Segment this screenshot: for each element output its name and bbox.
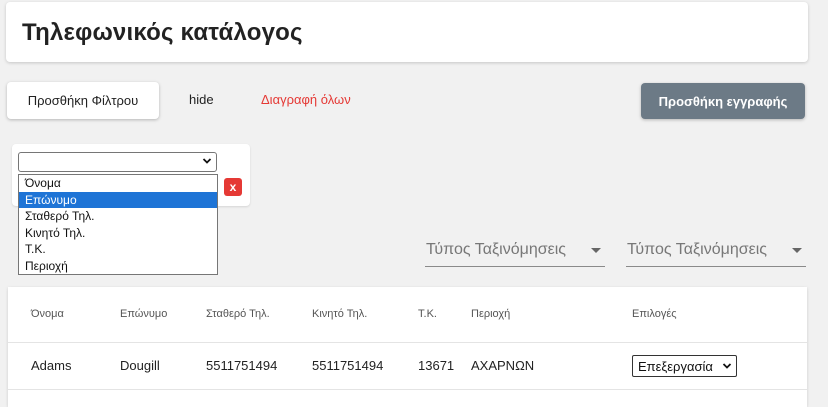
- close-icon: x: [229, 180, 237, 194]
- header-last-name: Επώνυμο: [120, 308, 168, 320]
- header-first-name: Όνομα: [31, 308, 64, 320]
- header-landline: Σταθερό Τηλ.: [206, 308, 270, 320]
- page-title: Τηλεφωνικός κατάλογος: [22, 19, 303, 46]
- add-filter-button[interactable]: Προσθήκη Φίλτρου: [7, 82, 159, 119]
- filter-option-mobile[interactable]: Κινητό Τηλ.: [19, 225, 217, 242]
- filter-field-select[interactable]: [18, 152, 217, 172]
- remove-filter-button[interactable]: x: [224, 178, 242, 196]
- cell-postal-code: 13671: [418, 358, 455, 373]
- row-options-select[interactable]: Επεξεργασία: [632, 355, 737, 377]
- sort-type-label: Τύπος Ταξινόμησεις: [426, 241, 566, 258]
- row-options-value: Επεξεργασία: [638, 359, 713, 374]
- row-divider: [8, 342, 807, 343]
- sort-type-label: Τύπος Ταξινόμησεις: [627, 241, 767, 258]
- caret-down-icon: [591, 248, 601, 253]
- header-postal-code: Τ.Κ.: [418, 308, 437, 320]
- chevron-down-icon: [202, 158, 212, 164]
- filter-option-postal-code[interactable]: Τ.Κ.: [19, 241, 217, 258]
- sort-type-select-1[interactable]: Τύπος Ταξινόμησεις: [425, 236, 605, 267]
- filter-option-landline[interactable]: Σταθερό Τηλ.: [19, 208, 217, 225]
- header-mobile: Κινητό Τηλ.: [312, 308, 368, 320]
- cell-landline: 5511751494: [206, 358, 278, 373]
- filter-options-list[interactable]: Όνομα Επώνυμο Σταθερό Τηλ. Κινητό Τηλ. Τ…: [18, 174, 218, 275]
- row-divider: [8, 389, 807, 390]
- filter-option-first-name[interactable]: Όνομα: [19, 175, 217, 192]
- delete-all-button[interactable]: Διαγραφή όλων: [261, 92, 351, 107]
- header-options: Επιλογές: [632, 308, 677, 320]
- filter-option-last-name[interactable]: Επώνυμο: [19, 191, 217, 208]
- header-area: Περιοχή: [471, 308, 511, 320]
- filter-option-area[interactable]: Περιοχή: [19, 258, 217, 275]
- sort-type-select-2[interactable]: Τύπος Ταξινόμησεις: [626, 236, 806, 267]
- cell-area: ΑΧΑΡΝΩΝ: [471, 358, 535, 373]
- add-entry-button[interactable]: Προσθήκη εγγραφής: [641, 83, 805, 119]
- chevron-down-icon: [722, 363, 732, 369]
- caret-down-icon: [792, 248, 802, 253]
- cell-first-name: Adams: [31, 358, 72, 373]
- hide-button[interactable]: hide: [189, 92, 214, 107]
- cell-mobile: 5511751494: [312, 358, 384, 373]
- header-card: Τηλεφωνικός κατάλογος: [6, 2, 808, 62]
- cell-last-name: Dougill: [120, 358, 160, 373]
